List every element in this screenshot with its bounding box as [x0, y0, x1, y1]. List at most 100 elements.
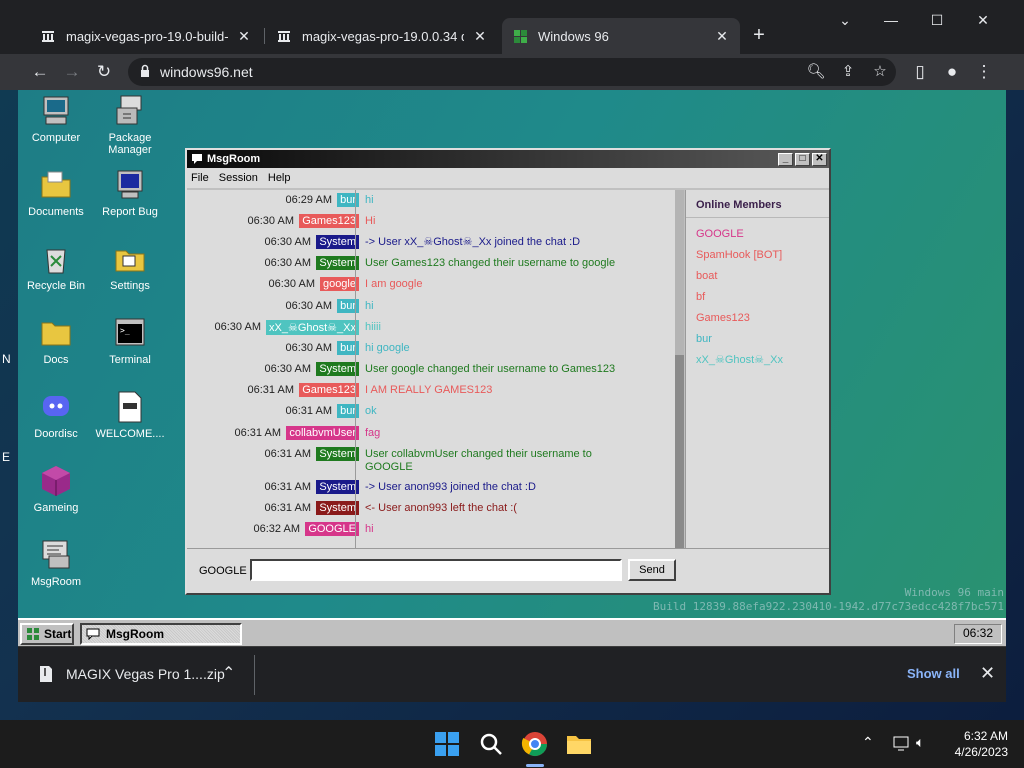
message-text: hi google	[365, 342, 410, 354]
browser-tab-title: magix-vegas-pro-19.0.0.34 direc	[302, 28, 464, 44]
desktop-icon-documents[interactable]: Documents	[18, 168, 94, 218]
message-username-badge[interactable]: System	[316, 256, 359, 270]
desktop-icon-docs[interactable]: Docs	[18, 316, 94, 366]
address-bar[interactable]: windows96.net 🔍︎ ⇪ ☆	[128, 58, 896, 86]
chrome-icon[interactable]	[521, 730, 549, 758]
message-input[interactable]	[250, 559, 622, 581]
cube-icon	[39, 464, 73, 498]
side-panel-icon[interactable]: ▯	[908, 60, 932, 84]
member-item[interactable]: bf	[686, 287, 829, 308]
chat-messages[interactable]: 06:29 AM bur hi 06:30 AM Games123 Hi 06:30 AM S…	[187, 190, 683, 548]
reload-button[interactable]: ↻	[92, 60, 116, 84]
message-time: 06:31 AM	[285, 405, 332, 417]
desktop-icon-package-manager[interactable]: Package Manager	[92, 94, 168, 156]
desktop-icon-computer[interactable]: Computer	[18, 94, 94, 144]
close-button[interactable]: ✕	[812, 152, 827, 166]
message-time: 06:31 AM	[264, 481, 311, 493]
close-window-button[interactable]: ✕	[960, 12, 1006, 29]
menu-kebab-icon[interactable]: ⋮	[972, 60, 996, 84]
desktop-icon-recycle-bin[interactable]: Recycle Bin	[18, 242, 94, 292]
message-username-badge[interactable]: System	[316, 235, 359, 249]
desktop-icon-gameing[interactable]: Gameing	[18, 464, 94, 514]
close-tab-icon[interactable]: ✕	[236, 28, 252, 45]
member-item[interactable]: Games123	[686, 308, 829, 329]
tab-search-chevron-icon[interactable]: ⌄	[822, 12, 868, 29]
desktop-icon-settings[interactable]: Settings	[92, 242, 168, 292]
message-text: -> User xX_☠Ghost☠_Xx joined the chat :D	[365, 236, 581, 248]
menu-session[interactable]: Session	[219, 172, 258, 184]
member-item[interactable]: GOOGLE	[686, 224, 829, 245]
message-username-badge[interactable]: Games123	[299, 383, 359, 397]
show-all-downloads-link[interactable]: Show all	[907, 666, 960, 681]
send-button[interactable]: Send	[628, 559, 676, 581]
new-tab-button[interactable]: +	[748, 24, 770, 46]
system-clock[interactable]: 6:32 AM 4/26/2023	[944, 728, 1008, 760]
taskbar-item-label: MsgRoom	[106, 627, 164, 641]
browser-tab-active[interactable]: Windows 96 ✕	[502, 18, 740, 54]
bookmark-star-icon[interactable]: ☆	[870, 62, 890, 80]
volume-icon[interactable]: 🔈︎	[916, 734, 924, 751]
clock-date: 4/26/2023	[954, 745, 1008, 759]
back-button[interactable]: ←	[28, 60, 52, 84]
maximize-button[interactable]: □	[795, 152, 810, 166]
desktop-icon-welcome[interactable]: WELCOME....	[92, 390, 168, 440]
message-username-badge[interactable]: xX_☠Ghost☠_Xx	[266, 320, 359, 335]
scrollbar-thumb[interactable]	[675, 355, 684, 548]
browser-tab[interactable]: magix-vegas-pro-19.0-build-381 ✕	[30, 18, 262, 54]
minimize-window-button[interactable]: —	[868, 12, 914, 28]
minimize-button[interactable]: _	[778, 152, 793, 166]
shelf-divider	[254, 655, 255, 695]
message-time: 06:30 AM	[264, 363, 311, 375]
forward-button[interactable]: →	[60, 60, 84, 84]
message-time: 06:29 AM	[285, 194, 332, 206]
message-username-badge[interactable]: GOOGLE	[305, 522, 359, 536]
message-time: 06:30 AM	[214, 321, 261, 333]
windows96-desktop: Computer Package Manager Documents Repor…	[18, 90, 1006, 646]
desktop-icon-doordisc[interactable]: Doordisc	[18, 390, 94, 440]
file-explorer-icon[interactable]	[565, 730, 593, 758]
member-item[interactable]: boat	[686, 266, 829, 287]
message-text: I am google	[365, 278, 423, 290]
close-tab-icon[interactable]: ✕	[472, 28, 488, 45]
message-text: fag	[365, 427, 381, 439]
member-item[interactable]: SpamHook [BOT]	[686, 245, 829, 266]
desktop-icon-msgroom[interactable]: MsgRoom	[18, 538, 94, 588]
current-username: GOOGLE	[199, 565, 247, 577]
close-shelf-icon[interactable]: ✕	[980, 663, 995, 684]
search-icon[interactable]	[477, 730, 505, 758]
message-username-badge[interactable]: google	[319, 277, 359, 291]
message-username-badge[interactable]: System	[316, 447, 359, 461]
zoom-icon[interactable]: 🔍︎	[806, 62, 826, 80]
close-tab-icon[interactable]: ✕	[714, 28, 730, 45]
maximize-window-button[interactable]: ☐	[914, 12, 960, 29]
desktop-icon-report-bug[interactable]: Report Bug	[92, 168, 168, 218]
profile-icon[interactable]: ●	[940, 60, 964, 84]
msgroom-titlebar[interactable]: MsgRoom _ □ ✕	[187, 150, 829, 168]
desktop-icon-label: Docs	[43, 354, 69, 366]
message-username-badge[interactable]: Games123	[299, 214, 359, 228]
taskbar-item-msgroom[interactable]: MsgRoom	[80, 623, 242, 645]
start-button[interactable]: Start	[20, 623, 74, 645]
share-icon[interactable]: ⇪	[838, 62, 858, 80]
member-item[interactable]: xX_☠Ghost☠_Xx	[686, 350, 829, 371]
network-icon[interactable]	[892, 734, 910, 752]
message-time: 06:30 AM	[268, 278, 315, 290]
message-username-badge[interactable]: System	[316, 362, 359, 376]
member-item[interactable]: bur	[686, 329, 829, 350]
message-username-badge[interactable]: System	[316, 480, 359, 494]
windows-start-icon[interactable]	[433, 730, 461, 758]
menu-help[interactable]: Help	[268, 172, 291, 184]
message-username-badge[interactable]: System	[316, 501, 359, 515]
download-item[interactable]: MAGIX Vegas Pro 1....zip	[38, 665, 225, 683]
build-watermark: Windows 96 main	[904, 586, 1004, 599]
desktop-icon-terminal[interactable]: >_ Terminal	[92, 316, 168, 366]
chevron-up-icon[interactable]: ⌃	[222, 663, 235, 683]
message-text: hi	[365, 194, 374, 206]
browser-tab[interactable]: magix-vegas-pro-19.0.0.34 direc ✕	[266, 18, 498, 54]
message-username-badge[interactable]: collabvmUser	[286, 426, 359, 440]
chevron-up-icon[interactable]: ⌃	[862, 734, 874, 751]
menu-file[interactable]: File	[191, 172, 209, 184]
tab-divider	[264, 28, 265, 44]
message-text: Hi	[365, 215, 376, 227]
chat-scrollbar[interactable]	[675, 190, 684, 548]
